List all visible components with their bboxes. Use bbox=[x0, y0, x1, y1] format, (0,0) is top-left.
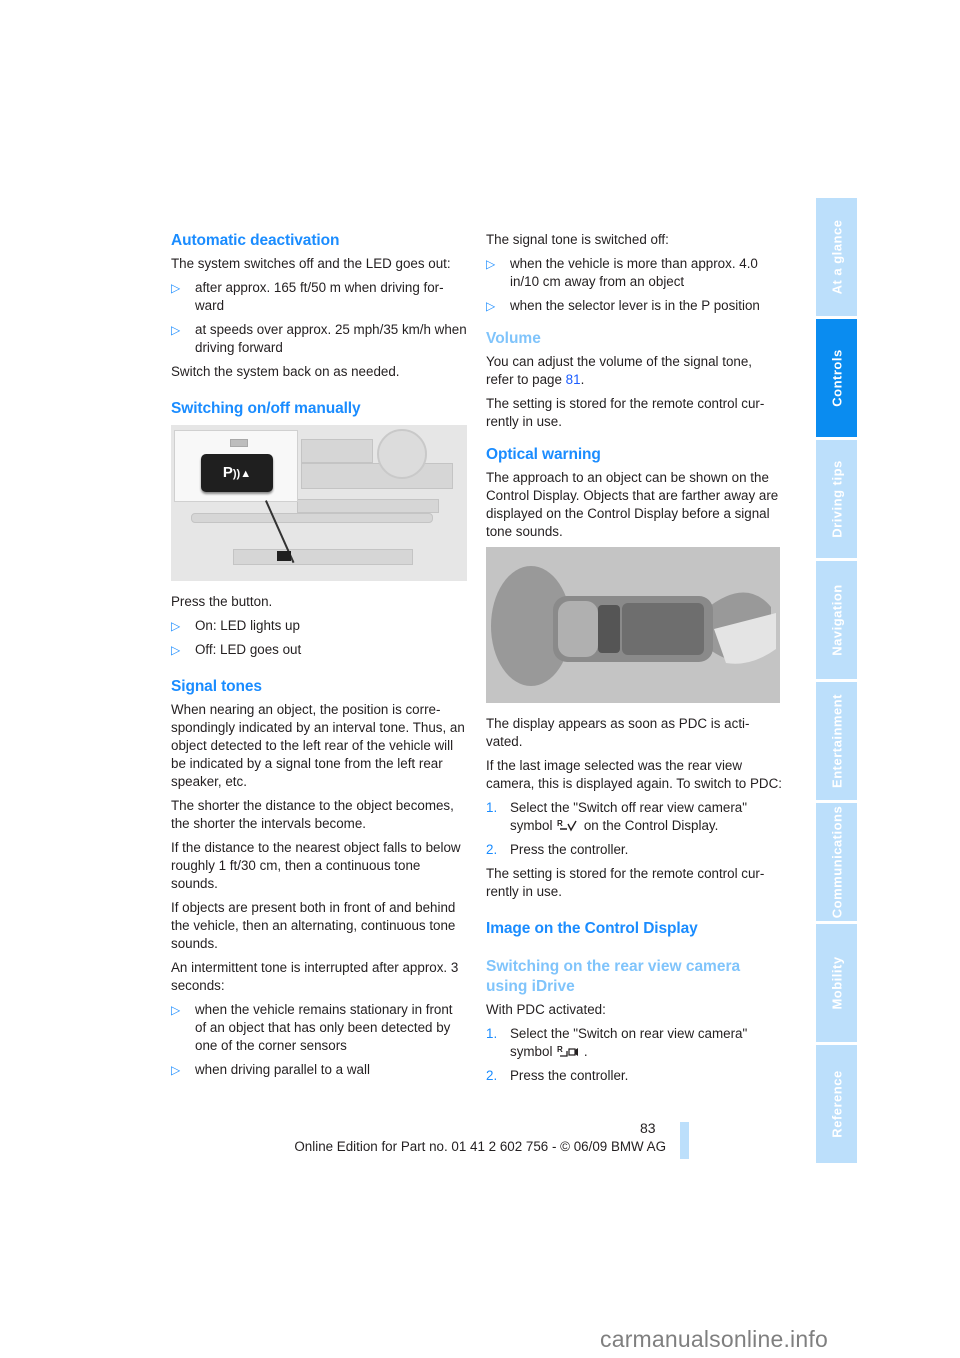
left-column: Automatic deactivation The system switch… bbox=[171, 231, 467, 1085]
button-row bbox=[233, 549, 413, 565]
paragraph: The display appears as soon as PDC is ac… bbox=[486, 716, 750, 749]
triangle-bullet-icon: ▷ bbox=[486, 299, 496, 313]
switch-on-camera-icon: R bbox=[557, 1045, 579, 1057]
dash-panel bbox=[301, 463, 453, 489]
tab-communications[interactable]: Communications bbox=[816, 803, 857, 921]
bullet-list: ▷ when the vehicle remains stationary in … bbox=[171, 1001, 467, 1079]
list-item: ▷ On: LED lights up bbox=[171, 618, 300, 633]
edition-footer: Online Edition for Part no. 01 41 2 602 … bbox=[294, 1139, 666, 1154]
dash-panel bbox=[297, 499, 439, 513]
svg-text:R: R bbox=[557, 1045, 563, 1054]
step-item: 1. Select the "Switch on rear view camer… bbox=[486, 1026, 748, 1059]
watermark: carmanualsonline.info bbox=[600, 1326, 828, 1352]
paragraph: With PDC activated: bbox=[486, 1002, 606, 1017]
footer-accent-bar bbox=[680, 1122, 689, 1159]
heading-automatic-deactivation: Automatic deactivation bbox=[171, 232, 340, 249]
paragraph: The signal tone is switched off: bbox=[486, 232, 669, 247]
list-item: ▷ when the vehicle is more than approx. 4… bbox=[486, 256, 758, 289]
triangle-bullet-icon: ▷ bbox=[171, 281, 181, 295]
chapter-tabs: At a glance Controls Driving tips Naviga… bbox=[816, 198, 857, 1166]
paragraph: The system switches off and the LED goes… bbox=[171, 256, 451, 271]
paragraph: If the last image selected was the rear … bbox=[486, 758, 782, 791]
pdc-button[interactable]: P))▲ bbox=[201, 454, 273, 492]
triangle-bullet-icon: ▷ bbox=[171, 323, 181, 337]
step-list: 1. Select the "Switch off rear view came… bbox=[486, 799, 782, 859]
tab-at-a-glance[interactable]: At a glance bbox=[816, 198, 857, 316]
tab-mobility[interactable]: Mobility bbox=[816, 924, 857, 1042]
bullet-list: ▷ On: LED lights up ▷ Off: LED goes out bbox=[171, 617, 467, 659]
triangle-bullet-icon: ▷ bbox=[171, 1003, 181, 1017]
tab-navigation[interactable]: Navigation bbox=[816, 561, 857, 679]
heading-image-control-display: Image on the Control Display bbox=[486, 920, 698, 937]
paragraph: Press the button. bbox=[171, 594, 273, 609]
pdc-button-illustration: P))▲ bbox=[171, 425, 467, 581]
tab-reference[interactable]: Reference bbox=[816, 1045, 857, 1163]
list-item: ▷ Off: LED goes out bbox=[171, 642, 302, 657]
pdc-button-location bbox=[277, 551, 291, 561]
step-item: 2. Press the controller. bbox=[486, 842, 629, 857]
control-knob bbox=[377, 429, 427, 479]
dash-panel bbox=[191, 513, 433, 523]
step-item: 2. Press the controller. bbox=[486, 1068, 629, 1083]
pdc-display-graphic bbox=[486, 547, 780, 703]
paragraph: If the distance to the nearest object fa… bbox=[171, 840, 461, 891]
control-display-illustration bbox=[486, 547, 780, 703]
switch-off-camera-icon: R bbox=[557, 819, 577, 832]
list-item: ▷ after approx. 165 ft/50 m when driving … bbox=[171, 280, 444, 313]
bullet-list: ▷ after approx. 165 ft/50 m when driving … bbox=[171, 279, 467, 357]
paragraph: If objects are present both in front of … bbox=[171, 900, 456, 951]
vehicle-windshield bbox=[598, 605, 620, 653]
triangle-bullet-icon: ▷ bbox=[486, 257, 496, 271]
tab-entertainment[interactable]: Entertainment bbox=[816, 682, 857, 800]
vehicle-roof bbox=[622, 603, 704, 655]
subheading-rear-view-camera: Switching on the rear view camera using … bbox=[486, 958, 741, 995]
paragraph: The setting is stored for the remote con… bbox=[486, 396, 765, 429]
step-list: 1. Select the "Switch on rear view camer… bbox=[486, 1025, 782, 1085]
tab-controls[interactable]: Controls bbox=[816, 319, 857, 437]
svg-text:R: R bbox=[557, 819, 563, 828]
led-indicator bbox=[230, 439, 248, 447]
paragraph: The approach to an object can be shown o… bbox=[486, 470, 779, 539]
page-reference-link[interactable]: 81 bbox=[566, 372, 581, 387]
paragraph: When nearing an object, the position is … bbox=[171, 702, 465, 789]
heading-switching-manually: Switching on/off manually bbox=[171, 400, 361, 417]
triangle-bullet-icon: ▷ bbox=[171, 619, 181, 633]
list-item: ▷ when driving parallel to a wall bbox=[171, 1062, 370, 1077]
button-detail-inset: P))▲ bbox=[174, 430, 298, 502]
paragraph: Switch the system back on as needed. bbox=[171, 364, 400, 379]
pdc-sensor-icon: ))▲ bbox=[232, 468, 252, 480]
paragraph: An intermittent tone is interrupted afte… bbox=[171, 960, 459, 993]
step-item: 1. Select the "Switch off rear view came… bbox=[486, 800, 747, 833]
page-number: 83 bbox=[640, 1120, 656, 1136]
heading-volume: Volume bbox=[486, 330, 541, 347]
right-column: The signal tone is switched off: ▷ when t… bbox=[486, 231, 782, 1091]
dash-panel bbox=[301, 439, 373, 463]
triangle-bullet-icon: ▷ bbox=[171, 643, 181, 657]
paragraph: The setting is stored for the remote con… bbox=[486, 866, 765, 899]
paragraph: You can adjust the volume of the signal … bbox=[486, 354, 753, 387]
list-item: ▷ at speeds over approx. 25 mph/35 km/h w… bbox=[171, 322, 467, 355]
heading-optical-warning: Optical warning bbox=[486, 446, 601, 463]
list-item: ▷ when the selector lever is in the P pos… bbox=[486, 298, 760, 313]
triangle-bullet-icon: ▷ bbox=[171, 1063, 181, 1077]
paragraph: The shorter the distance to the object b… bbox=[171, 798, 454, 831]
list-item: ▷ when the vehicle remains stationary in … bbox=[171, 1002, 453, 1053]
heading-signal-tones: Signal tones bbox=[171, 678, 262, 695]
bullet-list: ▷ when the vehicle is more than approx. 4… bbox=[486, 255, 782, 315]
vehicle-hood bbox=[558, 601, 598, 657]
tab-driving-tips[interactable]: Driving tips bbox=[816, 440, 857, 558]
